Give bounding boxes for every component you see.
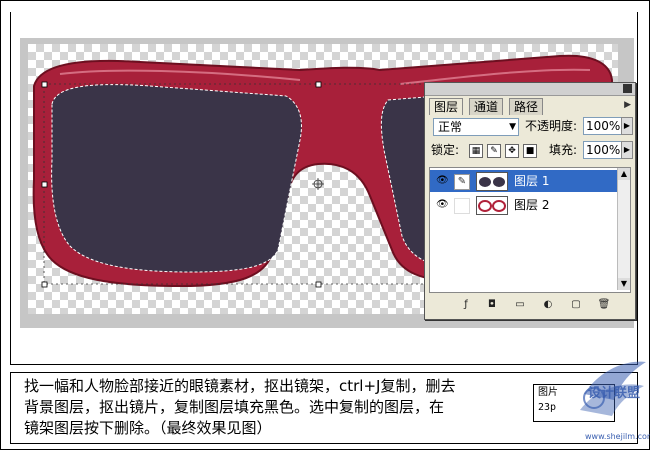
layer-name: 图层 2 [514,198,550,212]
adjustment-layer-icon[interactable]: ◐ [541,298,555,312]
fill-input[interactable]: 100% [583,141,623,159]
layer-row[interactable]: 👁 图层 2 [430,194,618,216]
transform-center-icon [312,178,324,190]
eye-icon[interactable]: 👁 [436,175,449,187]
caption-text: 找一幅和人物脸部接近的眼镜素材，抠出镜架，ctrl+J复制，删去 背景图层，抠出… [24,376,524,439]
lens-thumbnail-icon [479,177,505,187]
transform-handle [315,281,322,288]
transform-handle [41,81,48,88]
fill-label: 填充: [549,143,578,157]
panel-bottom-bar: ƒ ◘ ▭ ◐ ▢ 🗑 [429,295,629,315]
link-slot[interactable] [454,198,470,214]
tab-layers[interactable]: 图层 [429,98,464,115]
left-lens [51,84,302,273]
frame-thumbnail-icon [478,200,506,212]
scroll-up-icon[interactable]: ▲ [618,168,630,180]
layers-panel: 图层 通道 路径 ▶ 正常 ▼ 不透明度: 100% ▶ 锁定: ▦ ✎ ✥ ■… [424,82,636,320]
lock-transparency-icon[interactable]: ▦ [469,144,483,158]
lock-label: 锁定: [431,143,460,157]
scroll-down-icon[interactable]: ▼ [618,278,630,290]
new-layer-icon[interactable]: ▢ [569,298,583,312]
tab-channels[interactable]: 通道 [469,98,504,115]
delete-layer-icon[interactable]: 🗑 [597,298,611,312]
caption-line: 找一幅和人物脸部接近的眼镜素材，抠出镜架，ctrl+J复制，删去 [24,377,456,395]
panel-menu-arrow-icon[interactable]: ▶ [624,100,631,110]
watermark-text: 设计联盟 [588,386,641,401]
fill-slider-button[interactable]: ▶ [621,141,633,159]
transform-handle [41,181,48,188]
new-group-icon[interactable]: ▭ [513,298,527,312]
tab-paths[interactable]: 路径 [509,98,544,115]
opacity-label: 不透明度: [525,119,578,133]
layer-style-icon[interactable]: ƒ [459,298,473,312]
eye-icon[interactable]: 👁 [436,199,449,211]
lock-row: 锁定: ▦ ✎ ✥ ■ 填充: 100% ▶ [429,141,633,161]
chevron-down-icon: ▼ [509,122,516,132]
layers-list: 👁 ✎ 图层 1 👁 图层 2 ▲ ▼ [429,167,631,293]
lock-position-icon[interactable]: ✥ [505,144,519,158]
layer-name: 图层 1 [514,174,550,188]
panel-close-icon[interactable] [623,84,632,93]
transform-handle [315,81,322,88]
opacity-slider-button[interactable]: ▶ [621,117,633,135]
layers-scrollbar[interactable]: ▲ ▼ [617,168,630,290]
watermark-url: www.shejilm.com [585,432,650,441]
blend-row: 正常 ▼ 不透明度: 100% ▶ [429,117,633,137]
layer-row[interactable]: 👁 ✎ 图层 1 [430,170,618,192]
caption-line: 背景图层，抠出镜片，复制图层填充黑色。选中复制的图层，在 [24,398,445,416]
layer-thumbnail [476,196,508,215]
blend-mode-value: 正常 [438,120,463,134]
lock-pixels-icon[interactable]: ✎ [487,144,501,158]
transform-handle [41,281,48,288]
layer-mask-icon[interactable]: ◘ [485,298,499,312]
blend-mode-select[interactable]: 正常 ▼ [433,118,519,136]
lock-all-icon[interactable]: ■ [523,144,537,158]
opacity-input[interactable]: 100% [583,117,623,135]
caption-line: 镜架图层按下删除。（最终效果见图） [24,419,272,437]
panel-titlebar[interactable] [425,83,635,96]
layer-thumbnail [476,172,508,191]
panel-tabs: 图层 通道 路径 ▶ [425,96,635,115]
brush-icon[interactable]: ✎ [454,174,470,190]
